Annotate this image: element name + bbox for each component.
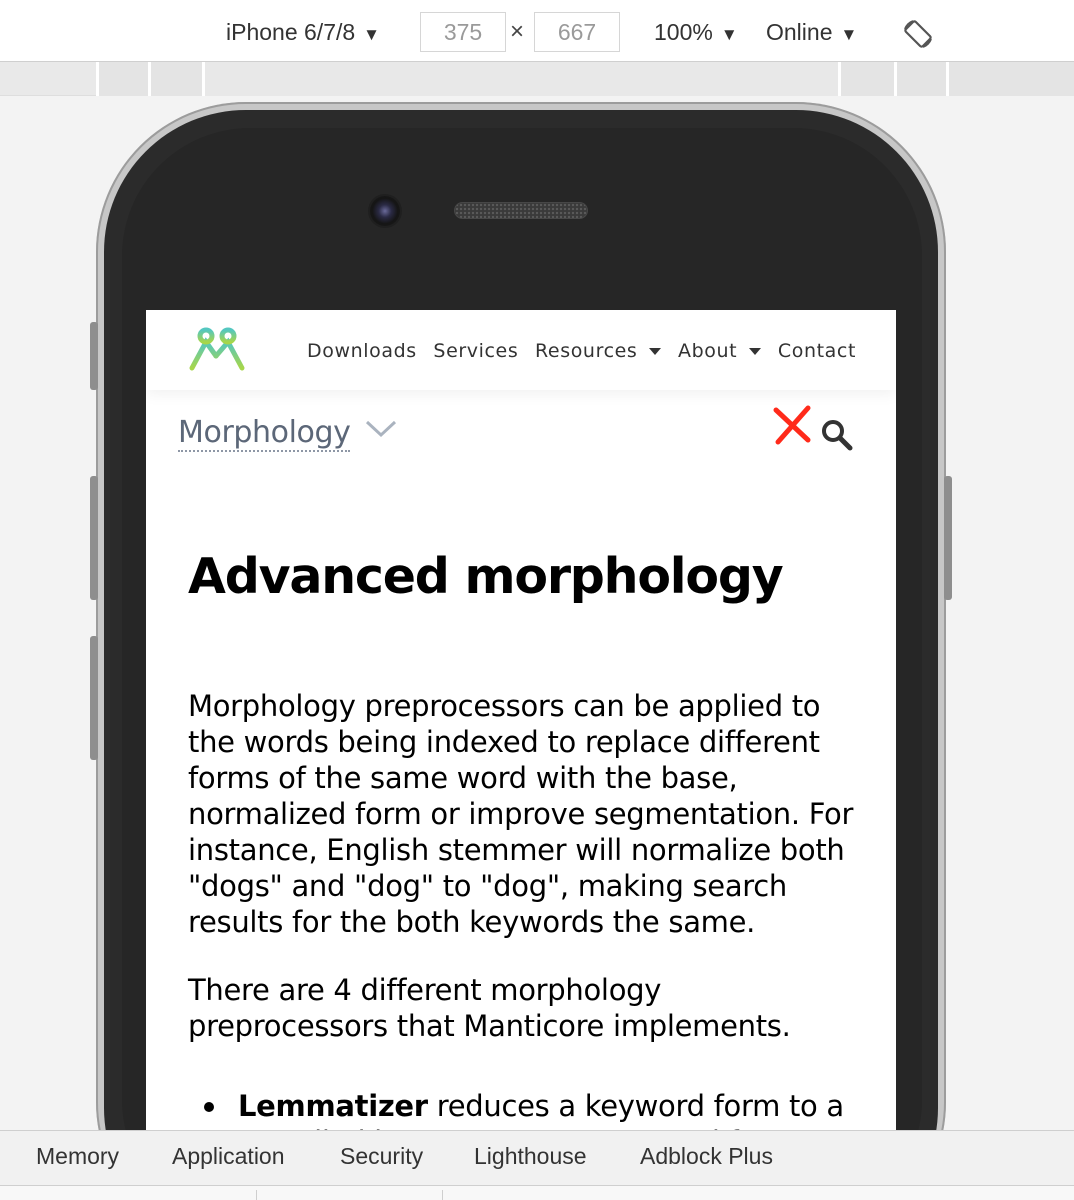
rotate-icon[interactable]: [900, 16, 936, 52]
tab-memory[interactable]: Memory: [36, 1143, 119, 1170]
devtools-tab-bar: Memory Application Security Lighthouse A…: [0, 1130, 1074, 1186]
list-item-term: Lemmatizer: [238, 1089, 428, 1123]
media-query-bar: [0, 62, 1074, 96]
device-toolbar: iPhone 6/7/8 ▼ 375 × 667 100% ▼ Online ▼: [0, 0, 1074, 62]
media-query-segment[interactable]: [946, 62, 1074, 96]
devtools-subbar: [0, 1186, 1074, 1200]
tab-adblock-plus[interactable]: Adblock Plus: [640, 1143, 773, 1170]
section-select[interactable]: Morphology: [178, 416, 351, 452]
subbar-divider: [256, 1190, 257, 1200]
media-query-segment[interactable]: [202, 62, 838, 96]
width-input[interactable]: 375: [420, 12, 506, 52]
device-screen: Downloads Services Resources About Conta…: [146, 310, 896, 1130]
list-item: Lemmatizer reduces a keyword form to a s…: [188, 1088, 868, 1130]
nav-contact[interactable]: Contact: [778, 340, 856, 362]
device-select-label: iPhone 6/7/8: [226, 19, 356, 45]
network-caret-icon: ▼: [840, 25, 858, 44]
phone-side-button: [90, 322, 98, 390]
device-select[interactable]: iPhone 6/7/8 ▼: [226, 14, 380, 50]
preprocessor-list: Lemmatizer reduces a keyword form to a s…: [188, 1088, 868, 1130]
nav-downloads[interactable]: Downloads: [307, 340, 417, 362]
height-input[interactable]: 667: [534, 12, 620, 52]
phone-camera: [370, 196, 400, 226]
media-query-segment[interactable]: [838, 62, 894, 96]
phone-speaker: [454, 202, 588, 219]
zoom-select[interactable]: 100% ▼: [654, 14, 738, 50]
logo-icon[interactable]: [186, 324, 250, 372]
main-nav: Downloads Services Resources About Conta…: [297, 340, 856, 362]
nav-resources[interactable]: Resources: [535, 340, 661, 362]
chevron-down-icon[interactable]: [364, 418, 398, 440]
tab-security[interactable]: Security: [340, 1143, 423, 1170]
device-caret-icon: ▼: [363, 25, 380, 44]
search-icon[interactable]: [820, 418, 854, 452]
tab-lighthouse[interactable]: Lighthouse: [474, 1143, 587, 1170]
network-throttle-select[interactable]: Online ▼: [766, 14, 857, 50]
zoom-label: 100%: [654, 19, 713, 45]
phone-side-button: [90, 476, 98, 600]
nav-services[interactable]: Services: [433, 340, 518, 362]
tab-application[interactable]: Application: [172, 1143, 285, 1170]
nav-about[interactable]: About: [678, 340, 761, 362]
phone-side-button: [90, 636, 98, 760]
article: Advanced morphology Morphology preproces…: [188, 548, 868, 1130]
close-icon[interactable]: [772, 404, 814, 446]
media-query-segment[interactable]: [148, 62, 202, 96]
media-query-segment[interactable]: [894, 62, 946, 96]
media-query-segment[interactable]: [96, 62, 148, 96]
subbar-divider: [442, 1190, 443, 1200]
article-paragraph: Morphology preprocessors can be applied …: [188, 689, 854, 939]
article-paragraph: There are 4 different morphology preproc…: [188, 973, 791, 1043]
network-label: Online: [766, 19, 833, 45]
article-title: Advanced morphology: [188, 548, 784, 605]
site-header: Downloads Services Resources About Conta…: [146, 310, 896, 390]
phone-side-button: [944, 476, 952, 600]
section-row: Morphology: [146, 402, 896, 472]
dimension-separator: ×: [510, 18, 525, 45]
zoom-caret-icon: ▼: [720, 25, 738, 44]
